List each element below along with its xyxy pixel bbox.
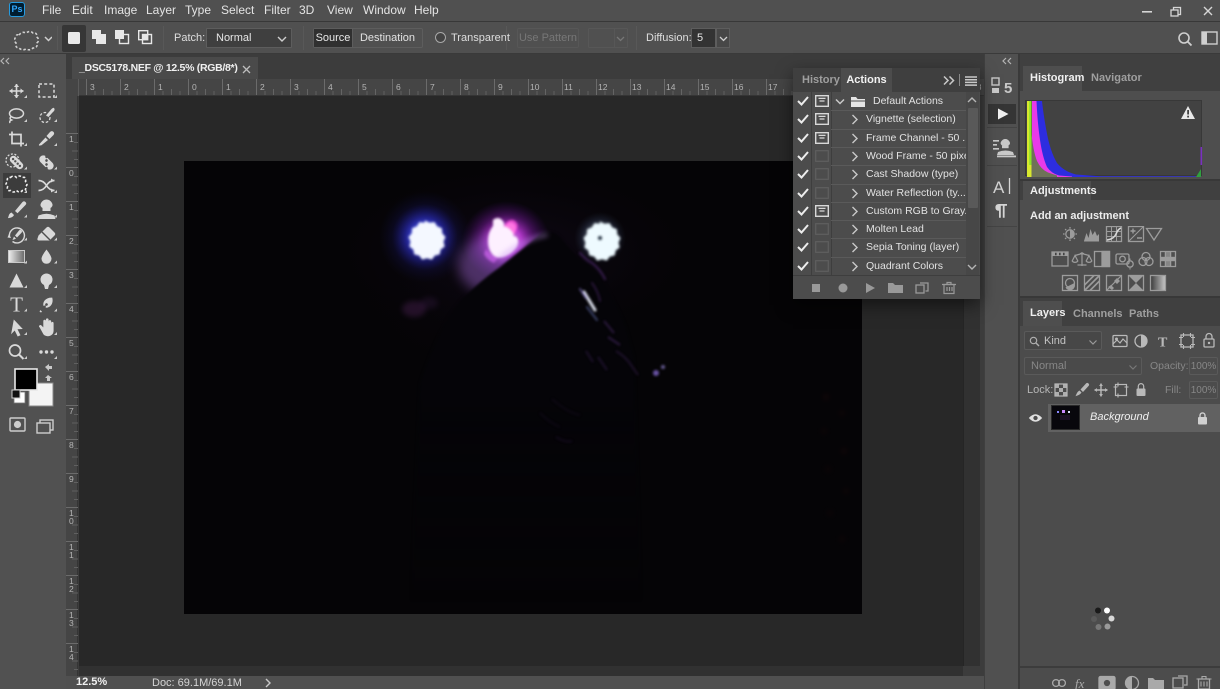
- svg-text:0: 0: [192, 82, 197, 92]
- svg-text:3: 3: [294, 82, 299, 92]
- svg-text:15: 15: [700, 82, 710, 92]
- svg-text:4: 4: [328, 82, 333, 92]
- svg-text:10: 10: [530, 82, 540, 92]
- svg-text:A: A: [993, 178, 1005, 197]
- svg-text:0: 0: [69, 168, 74, 178]
- svg-text:3: 3: [69, 270, 74, 280]
- svg-text:T: T: [1158, 336, 1168, 351]
- svg-text:1: 1: [69, 202, 74, 212]
- svg-text:fx: fx: [1075, 676, 1085, 689]
- svg-text:6: 6: [69, 372, 74, 382]
- svg-text:T: T: [10, 293, 23, 317]
- svg-text:13: 13: [632, 82, 642, 92]
- svg-text:9: 9: [498, 82, 503, 92]
- svg-text:11: 11: [564, 82, 573, 92]
- svg-text:2: 2: [124, 82, 129, 92]
- svg-text:1: 1: [158, 82, 163, 92]
- svg-text:8: 8: [69, 440, 74, 450]
- svg-text:9: 9: [69, 474, 74, 484]
- svg-text:5: 5: [69, 338, 74, 348]
- svg-text:8: 8: [464, 82, 469, 92]
- svg-text:6: 6: [396, 82, 401, 92]
- svg-text:2: 2: [69, 236, 74, 246]
- svg-text:2: 2: [260, 82, 265, 92]
- svg-text:12: 12: [598, 82, 608, 92]
- svg-text:5: 5: [362, 82, 367, 92]
- svg-text:16: 16: [734, 82, 744, 92]
- svg-text:4: 4: [69, 304, 74, 314]
- svg-text:3: 3: [90, 82, 95, 92]
- svg-text:5: 5: [1004, 80, 1012, 97]
- svg-text:7: 7: [69, 406, 74, 416]
- svg-text:1: 1: [226, 82, 231, 92]
- svg-text:17: 17: [768, 82, 778, 92]
- svg-text:1: 1: [69, 134, 74, 144]
- svg-text:14: 14: [666, 82, 676, 92]
- svg-text:7: 7: [430, 82, 435, 92]
